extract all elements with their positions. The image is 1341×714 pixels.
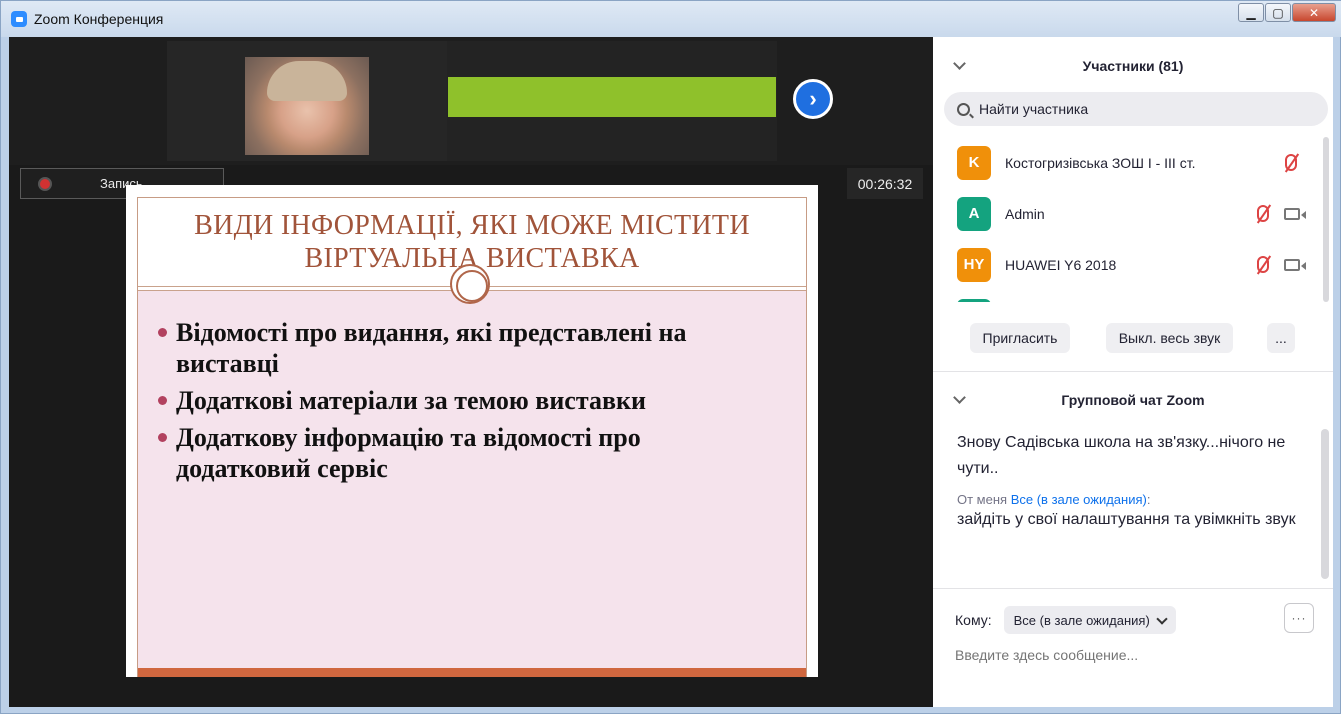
chat-message-text: зайдіть у свої налаштування та увімкніть… xyxy=(957,511,1296,528)
next-page-arrow-icon[interactable]: › xyxy=(793,79,833,119)
chat-message-input[interactable] xyxy=(955,643,1315,667)
recipient-select[interactable]: Все (в зале ожидания) xyxy=(1003,606,1176,634)
message-sender: От меня xyxy=(957,492,1008,507)
slide-ornament-icon xyxy=(450,264,490,304)
main-content: › Запись... 00:26:32 ВИДИ ІНФОРМАЦІЇ, ЯК… xyxy=(9,37,1333,707)
participant-name: Костогризівська ЗОШ І - ІІІ ст. xyxy=(1005,154,1196,171)
participant-avatar xyxy=(957,298,991,302)
video-camera-icon xyxy=(1284,259,1306,271)
chat-message-text: Знову Садівська школа на зв'язку...нічог… xyxy=(957,434,1286,477)
message-meta-colon: : xyxy=(1146,492,1151,507)
video-strip: › xyxy=(9,37,933,165)
chat-message-meta: От меня Все (в зале ожидания): xyxy=(957,492,1317,507)
search-input-placeholder[interactable]: Найти участника xyxy=(979,101,1088,117)
zoom-window: Zoom Конференция ▁ ▢ ✕ › Запись... 00:26… xyxy=(0,0,1341,714)
slide-bullet-list: Відомості про видання, які представлені … xyxy=(156,317,776,490)
close-button[interactable]: ✕ xyxy=(1292,3,1336,22)
participant-item[interactable]: HY HUAWEI Y6 2018 xyxy=(933,239,1323,290)
chat-scrollbar[interactable] xyxy=(1321,429,1329,579)
participant-list: K Костогризівська ЗОШ І - ІІІ ст. A Admi… xyxy=(933,137,1323,302)
participant-avatar: K xyxy=(957,145,991,180)
participant-search[interactable]: Найти участника xyxy=(944,92,1328,126)
slide-bullet: Відомості про видання, які представлені … xyxy=(156,317,776,379)
chat-header: Групповой чат Zoom xyxy=(1061,392,1205,408)
participant-video-tile-2[interactable] xyxy=(447,41,777,161)
mute-all-button[interactable]: Выкл. весь звук xyxy=(1106,323,1233,353)
side-panel: Участники (81) Найти участника K Костогр… xyxy=(933,37,1333,707)
record-dot-icon xyxy=(38,176,52,191)
shared-screen-slide: ВИДИ ІНФОРМАЦІЇ, ЯКІ МОЖЕ МІСТИТИ ВІРТУА… xyxy=(126,185,818,680)
participant-avatar: HY xyxy=(957,247,991,282)
participant-item[interactable]: A Admin xyxy=(933,188,1323,239)
participant-photo xyxy=(245,57,369,155)
video-feed-green xyxy=(448,77,776,117)
invite-button[interactable]: Пригласить xyxy=(970,323,1070,353)
minimize-button[interactable]: ▁ xyxy=(1238,3,1264,22)
recipient-row: Кому: Все (в зале ожидания) xyxy=(955,605,1315,635)
slide-frame: ВИДИ ІНФОРМАЦІЇ, ЯКІ МОЖЕ МІСТИТИ ВІРТУА… xyxy=(137,197,807,680)
scrollbar-thumb[interactable] xyxy=(1323,137,1329,302)
slide-body: Відомості про видання, які представлені … xyxy=(138,291,806,668)
message-recipient-link[interactable]: Все (в зале ожидания) xyxy=(1011,492,1147,507)
mic-muted-icon xyxy=(1257,205,1269,222)
search-icon xyxy=(957,102,970,116)
slide-bullet: Додаткові матеріали за темою виставки xyxy=(156,385,776,416)
video-camera-icon xyxy=(1284,208,1306,220)
panel-divider xyxy=(933,371,1333,372)
participant-name: HUAWEI Y6 2018 xyxy=(1005,256,1117,273)
participant-actions: Пригласить Выкл. весь звук ... xyxy=(933,323,1333,353)
participant-item[interactable]: K Костогризівська ЗОШ І - ІІІ ст. xyxy=(933,137,1323,188)
slide-bullet: Додаткову інформацію та відомості про до… xyxy=(156,422,776,484)
chat-divider xyxy=(933,588,1333,589)
slide-title-line1: ВИДИ ІНФОРМАЦІЇ, ЯКІ МОЖЕ МІСТИТИ xyxy=(194,210,750,241)
participant-name: Admin xyxy=(1005,205,1045,222)
zoom-logo-icon xyxy=(11,11,27,27)
bottom-bar xyxy=(9,677,933,707)
meeting-timer: 00:26:32 xyxy=(847,168,923,199)
participant-video-tile[interactable] xyxy=(167,41,447,161)
video-area: › Запись... 00:26:32 ВИДИ ІНФОРМАЦІЇ, ЯК… xyxy=(9,37,933,707)
participants-header: Участники (81) xyxy=(1082,58,1184,74)
window-title: Zoom Конференция xyxy=(34,11,164,27)
recipient-label: Кому: xyxy=(955,612,992,628)
title-bar: Zoom Конференция ▁ ▢ ✕ xyxy=(1,1,1341,37)
participant-item[interactable] xyxy=(933,290,1323,302)
chat-more-button[interactable]: ··· xyxy=(1284,603,1314,633)
participant-list-scrollbar[interactable] xyxy=(1323,137,1329,302)
mic-muted-icon xyxy=(1285,154,1297,171)
chat-messages: Знову Садівська школа на зв'язку...нічог… xyxy=(957,430,1317,533)
participant-avatar: A xyxy=(957,196,991,231)
window-controls: ▁ ▢ ✕ xyxy=(1237,3,1336,22)
mic-muted-icon xyxy=(1257,256,1269,273)
maximize-button[interactable]: ▢ xyxy=(1265,3,1291,22)
participants-more-button[interactable]: ... xyxy=(1267,323,1295,353)
